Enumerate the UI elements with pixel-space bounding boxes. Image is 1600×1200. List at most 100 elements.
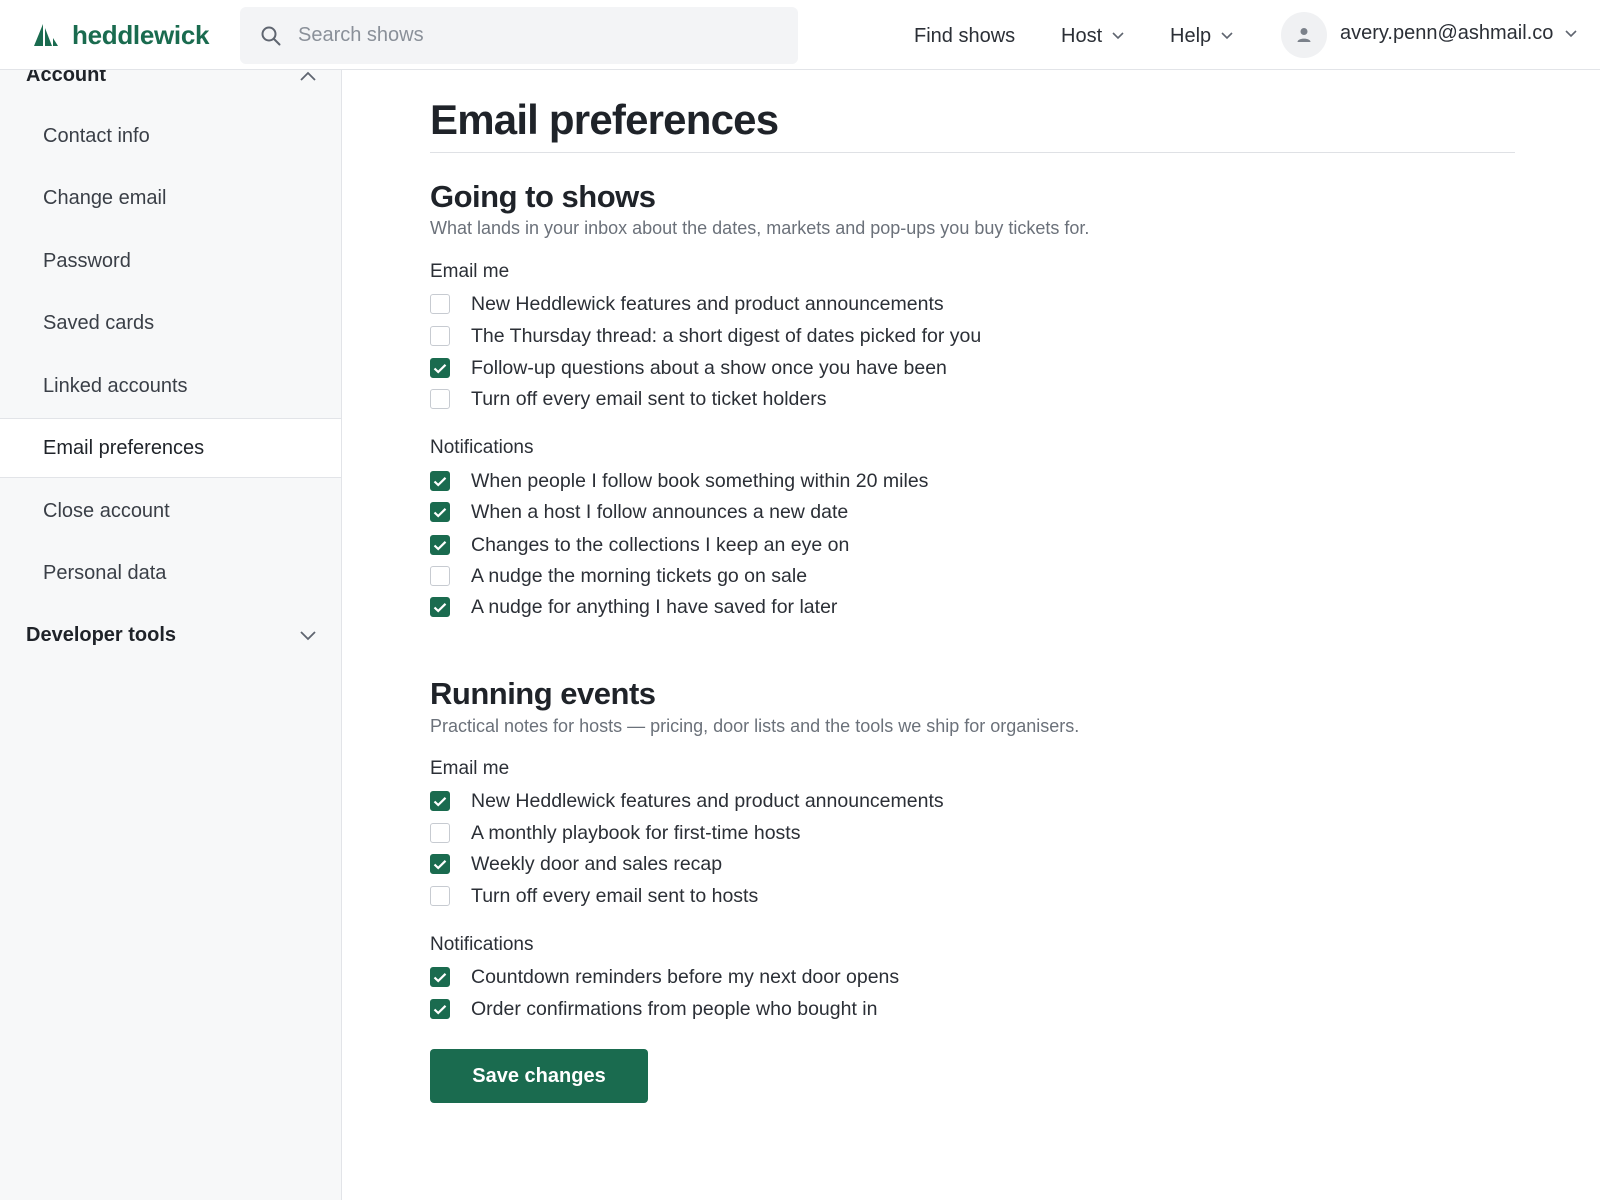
checkbox-option[interactable]: Follow-up questions about a show once yo… [430, 355, 947, 381]
checkbox-label: Order confirmations from people who boug… [471, 997, 878, 1020]
checkbox-label: Follow-up questions about a show once yo… [471, 356, 947, 379]
checkbox[interactable] [430, 566, 450, 586]
sidebar-item-label: Close account [43, 499, 170, 522]
page-title: Email preferences [430, 96, 779, 143]
check-icon [433, 1004, 447, 1015]
checkbox-label: A nudge the morning tickets go on sale [471, 564, 808, 587]
checkbox[interactable] [430, 791, 450, 811]
check-icon [433, 602, 447, 613]
check-icon [433, 476, 447, 487]
chevron-down-icon [1112, 32, 1124, 40]
checkbox-label: A nudge for anything I have saved for la… [471, 595, 838, 618]
nav-find-shows-label: Find shows [914, 24, 1016, 47]
checkbox[interactable] [430, 389, 450, 409]
sidebar-item-label: Contact info [43, 124, 150, 147]
checkbox-option[interactable]: Changes to the collections I keep an eye… [430, 532, 849, 558]
sidebar-item-close-account[interactable]: Close account [0, 481, 341, 541]
checkbox-option[interactable]: Turn off every email sent to hosts [430, 883, 758, 909]
user-email: avery.penn@ashmail.co [1340, 22, 1554, 44]
checkbox[interactable] [430, 999, 450, 1019]
check-icon [433, 859, 447, 870]
sidebar-group-developer-tools[interactable]: Developer tools [26, 624, 316, 647]
section-title: Running events [430, 676, 656, 711]
checkbox-option[interactable]: Countdown reminders before my next door … [430, 964, 899, 990]
group-label: Email me [430, 758, 510, 779]
chevron-down-icon [300, 630, 316, 640]
sidebar-item-contact-info[interactable]: Contact info [0, 106, 341, 166]
search-bar [240, 7, 798, 64]
checkbox[interactable] [430, 886, 450, 906]
chevron-up-icon [300, 71, 316, 81]
check-icon [433, 540, 447, 551]
checkbox-label: Weekly door and sales recap [471, 852, 723, 875]
checkbox-label: The Thursday thread: a short digest of d… [471, 324, 982, 347]
check-icon [433, 972, 447, 983]
nav-find-shows[interactable]: Find shows [914, 22, 1015, 50]
sidebar: Account Contact info Change email Passwo… [0, 64, 342, 1200]
check-icon [433, 796, 447, 807]
nav-help-label: Help [1170, 24, 1212, 47]
section-description: What lands in your inbox about the dates… [430, 218, 1090, 238]
checkbox-option[interactable]: Turn off every email sent to ticket hold… [430, 386, 827, 412]
checkbox[interactable] [430, 471, 450, 491]
checkbox[interactable] [430, 358, 450, 378]
nav-help-menu[interactable]: Help [1170, 22, 1233, 50]
avatar[interactable] [1281, 12, 1327, 58]
brand-name: heddlewick [72, 19, 210, 50]
group-label: Notifications [430, 934, 534, 955]
save-button[interactable]: Save changes [430, 1049, 648, 1103]
sidebar-item-linked-accounts[interactable]: Linked accounts [0, 356, 341, 416]
checkbox-option[interactable]: A monthly playbook for first-time hosts [430, 820, 800, 846]
checkbox-label: Turn off every email sent to ticket hold… [471, 387, 827, 410]
sidebar-item-label: Password [43, 249, 131, 272]
sidebar-item-password[interactable]: Password [0, 231, 341, 291]
checkbox[interactable] [430, 294, 450, 314]
sidebar-item-label: Change email [43, 186, 167, 209]
checkbox[interactable] [430, 823, 450, 843]
checkbox-label: New Heddlewick features and product anno… [471, 292, 944, 315]
checkbox-option[interactable]: The Thursday thread: a short digest of d… [430, 323, 981, 349]
sidebar-item-saved-cards[interactable]: Saved cards [0, 293, 341, 353]
account-menu[interactable]: avery.penn@ashmail.co [1340, 22, 1577, 45]
checkbox[interactable] [430, 502, 450, 522]
section-description: Practical notes for hosts — pricing, doo… [430, 716, 1080, 736]
check-icon [433, 363, 447, 374]
checkbox[interactable] [430, 326, 450, 346]
checkbox-label: Countdown reminders before my next door … [471, 965, 900, 988]
search-icon [261, 26, 281, 46]
sidebar-item-personal-data[interactable]: Personal data [0, 543, 341, 603]
logo-icon [34, 24, 58, 46]
chevron-down-icon [1221, 32, 1233, 40]
checkbox-option[interactable]: New Heddlewick features and product anno… [430, 788, 944, 814]
sidebar-item-change-email[interactable]: Change email [0, 168, 341, 228]
checkbox-option[interactable]: New Heddlewick features and product anno… [430, 291, 944, 317]
search-input[interactable] [298, 7, 778, 64]
sidebar-item-label: Personal data [43, 561, 167, 584]
sidebar-item-email-preferences[interactable]: Email preferences [0, 418, 341, 478]
checkbox-option[interactable]: When a host I follow announces a new dat… [430, 499, 848, 525]
nav-host-label: Host [1061, 24, 1103, 47]
sidebar-item-label: Linked accounts [43, 374, 188, 397]
divider [430, 152, 1515, 153]
checkbox-option[interactable]: Order confirmations from people who boug… [430, 996, 877, 1022]
brand-logo[interactable]: heddlewick [34, 20, 209, 50]
checkbox[interactable] [430, 597, 450, 617]
sidebar-group-dev-label: Developer tools [26, 624, 177, 646]
nav-host-menu[interactable]: Host [1061, 22, 1124, 50]
checkbox[interactable] [430, 854, 450, 874]
top-bar: heddlewick Find shows Host Help avery.pe… [0, 0, 1600, 70]
sidebar-item-label: Saved cards [43, 311, 155, 334]
group-label: Email me [430, 261, 510, 282]
user-icon [1297, 28, 1311, 42]
checkbox-option[interactable]: A nudge for anything I have saved for la… [430, 594, 837, 620]
checkbox-option[interactable]: When people I follow book something with… [430, 468, 928, 494]
checkbox-label: Changes to the collections I keep an eye… [471, 533, 850, 556]
group-label: Notifications [430, 437, 534, 458]
chevron-down-icon [1565, 29, 1577, 37]
check-icon [433, 507, 447, 518]
checkbox[interactable] [430, 535, 450, 555]
checkbox-option[interactable]: A nudge the morning tickets go on sale [430, 563, 807, 589]
checkbox[interactable] [430, 967, 450, 987]
checkbox-option[interactable]: Weekly door and sales recap [430, 851, 722, 877]
checkbox-label: Turn off every email sent to hosts [471, 884, 759, 907]
